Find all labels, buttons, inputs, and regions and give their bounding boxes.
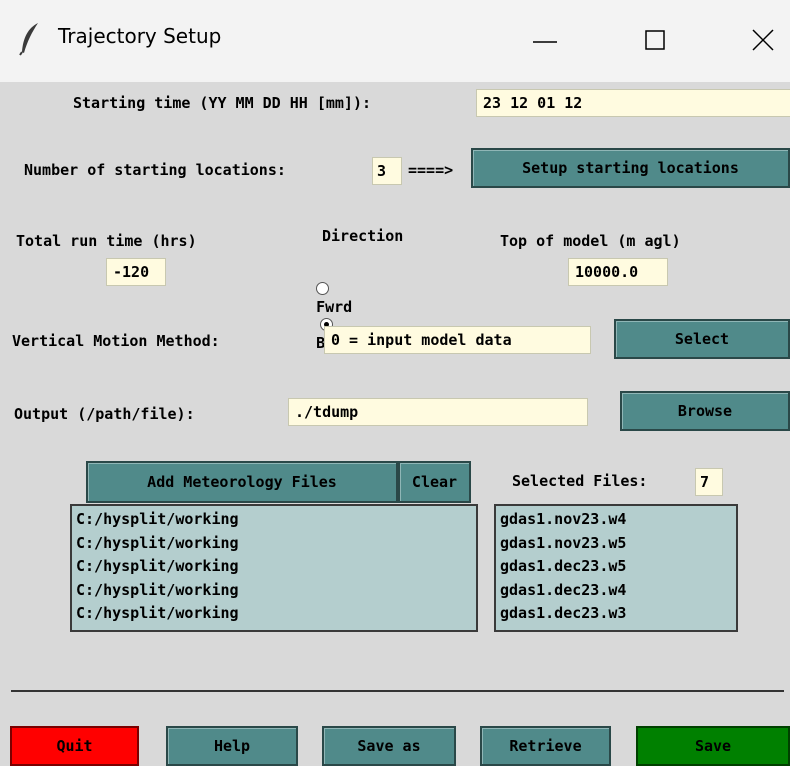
selected-files-label: Selected Files: [512,472,648,490]
list-item[interactable]: C:/hysplit/working [76,602,472,626]
selected-files-count: 7 [695,468,723,496]
setup-starting-locations-button[interactable]: Setup starting locations [471,148,790,188]
help-button[interactable]: Help [166,726,298,766]
list-item[interactable]: gdas1.dec23.w5 [500,555,732,579]
footer-separator [11,690,784,692]
list-item[interactable]: gdas1.dec23.w3 [500,602,732,626]
fwrd-radio[interactable] [316,282,330,295]
maximize-button[interactable] [632,18,678,64]
feather-app-icon [19,23,38,56]
meteorology-file-list[interactable]: gdas1.nov23.w4 gdas1.nov23.w5 gdas1.dec2… [494,504,738,632]
direction-label: Direction [322,227,404,245]
list-item[interactable]: gdas1.dec23.w4 [500,579,732,603]
output-label: Output (/path/file): [14,405,195,423]
arrow-indicator: ====> [408,161,454,179]
clear-files-button[interactable]: Clear [398,461,471,503]
save-as-button[interactable]: Save as [322,726,456,766]
minimize-button[interactable] [522,18,568,64]
starting-time-label: Starting time (YY MM DD HH [mm]): [73,94,372,112]
add-meteorology-files-button[interactable]: Add Meteorology Files [86,461,398,503]
list-item[interactable]: C:/hysplit/working [76,532,472,556]
vertical-motion-field[interactable]: 0 = input model data [324,326,591,354]
window-title: Trajectory Setup [58,24,222,48]
output-path-input[interactable]: ./tdump [288,398,588,426]
starting-time-input[interactable]: 23 12 01 12 [476,89,790,117]
close-button[interactable] [740,18,786,64]
top-of-model-input[interactable]: 10000.0 [568,258,668,286]
vertical-motion-label: Vertical Motion Method: [12,332,220,350]
top-of-model-label: Top of model (m agl) [500,232,681,250]
run-time-label: Total run time (hrs) [16,232,197,250]
output-browse-button[interactable]: Browse [620,391,790,431]
meteorology-directory-list[interactable]: C:/hysplit/working C:/hysplit/working C:… [70,504,478,632]
quit-button[interactable]: Quit [10,726,139,766]
run-time-input[interactable]: -120 [106,258,166,286]
list-item[interactable]: C:/hysplit/working [76,579,472,603]
close-icon [752,29,774,51]
starting-locations-label: Number of starting locations: [24,161,286,179]
starting-locations-count-input[interactable]: 3 [372,157,402,185]
list-item[interactable]: gdas1.nov23.w5 [500,532,732,556]
vertical-motion-select-button[interactable]: Select [614,319,790,359]
minimize-icon [533,41,557,43]
title-bar: Trajectory Setup [0,0,790,82]
fwrd-radio-label: Fwrd [316,298,353,316]
list-item[interactable]: C:/hysplit/working [76,555,472,579]
maximize-icon [645,30,665,50]
list-item[interactable]: gdas1.nov23.w4 [500,508,732,532]
save-button[interactable]: Save [636,726,790,766]
list-item[interactable]: C:/hysplit/working [76,508,472,532]
retrieve-button[interactable]: Retrieve [480,726,611,766]
